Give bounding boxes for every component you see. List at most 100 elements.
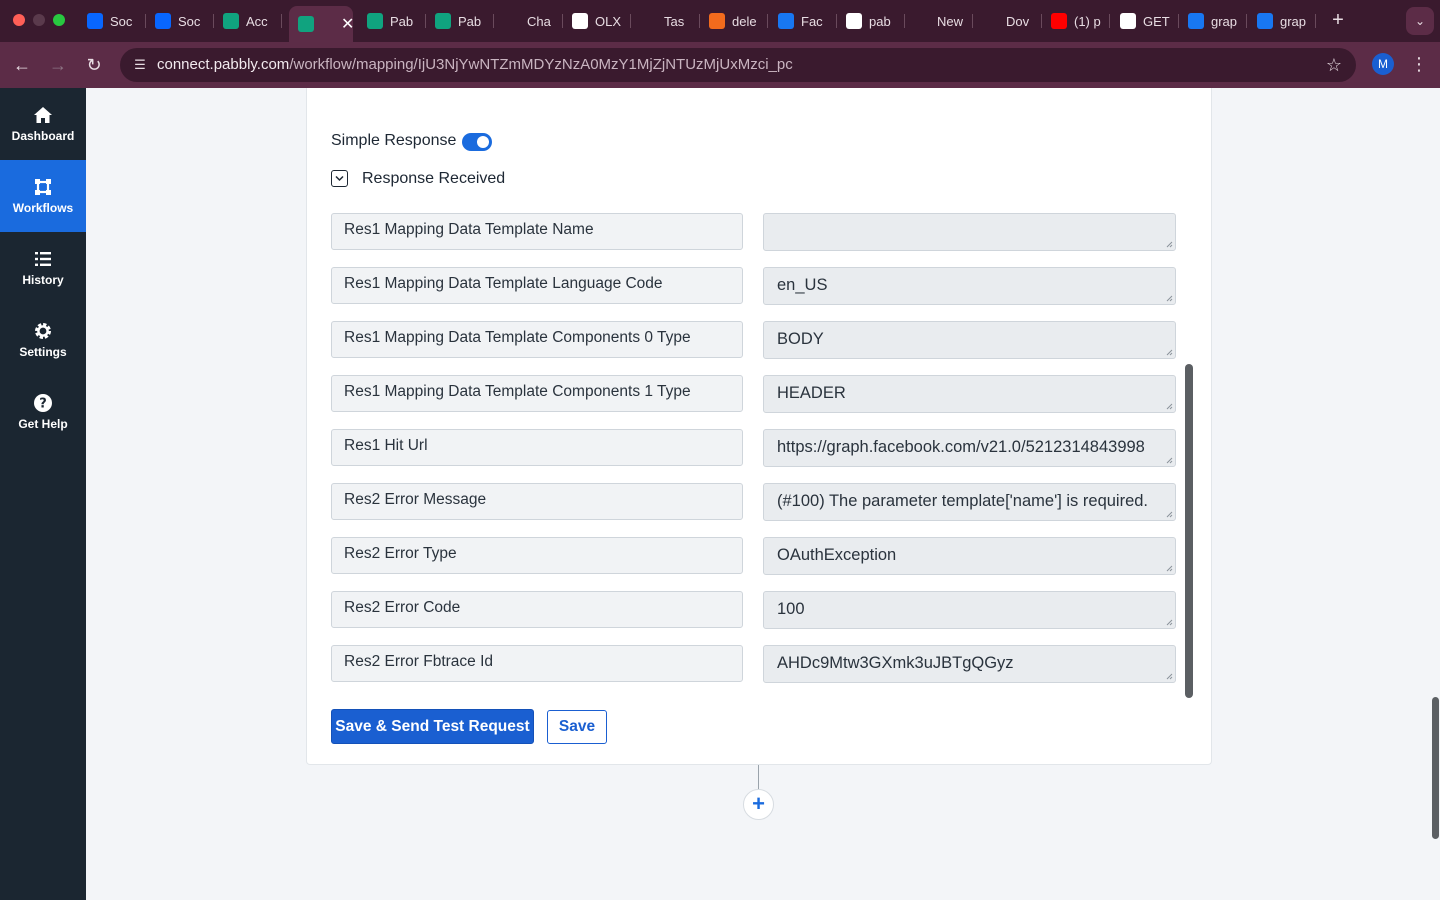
response-field-key: Res1 Mapping Data Template Components 0 …: [331, 321, 743, 358]
resize-grip-icon[interactable]: [1165, 510, 1173, 518]
browser-tab[interactable]: pab: [837, 6, 905, 36]
response-field-value[interactable]: HEADER: [763, 375, 1176, 413]
tab-separator: [281, 14, 282, 28]
sidebar-item-label: Workflows: [12, 201, 74, 215]
browser-tab[interactable]: Cha: [495, 6, 563, 36]
save-button[interactable]: Save: [547, 710, 607, 744]
bookmark-star-icon[interactable]: ☆: [1326, 53, 1342, 77]
response-field-value[interactable]: AHDc9Mtw3GXmk3uJBTgQGyz: [763, 645, 1176, 683]
response-field-value[interactable]: (#100) The parameter template['name'] is…: [763, 483, 1176, 521]
close-tab-icon[interactable]: ✕: [341, 14, 353, 34]
resize-grip-icon[interactable]: [1165, 348, 1173, 356]
browser-tab[interactable]: Acc: [214, 6, 282, 36]
sidebar-item-label: History: [22, 273, 64, 287]
url-text[interactable]: connect.pabbly.com/workflow/mapping/IjU3…: [157, 56, 793, 73]
sidebar-item-label: Settings: [19, 345, 67, 359]
save-and-send-test-request-button[interactable]: Save & Send Test Request: [331, 709, 534, 744]
response-field-key: Res2 Error Fbtrace Id: [331, 645, 743, 682]
browser-tab[interactable]: Dov: [974, 6, 1042, 36]
svg-text:?: ?: [39, 397, 47, 412]
response-field-value-text: OAuthException: [777, 546, 897, 564]
response-field-value-text: https://graph.facebook.com/v21.0/5212314…: [777, 438, 1145, 456]
sidebar-item-settings[interactable]: Settings: [0, 304, 86, 376]
sidebar-item-workflows[interactable]: Workflows: [0, 160, 86, 232]
resize-grip-icon[interactable]: [1165, 294, 1173, 302]
sidebar-item-history[interactable]: History: [0, 232, 86, 304]
openai-icon: [504, 13, 520, 29]
address-bar[interactable]: ☰ connect.pabbly.com/workflow/mapping/Ij…: [120, 48, 1356, 82]
response-field-key: Res1 Hit Url: [331, 429, 743, 466]
response-field-value[interactable]: en_US: [763, 267, 1176, 305]
browser-tab[interactable]: dele: [700, 6, 768, 36]
main-content: Simple Response Response Received Res1 M…: [86, 88, 1440, 900]
response-received-label: Response Received: [362, 170, 506, 187]
pabbly-icon: [367, 13, 383, 29]
resize-grip-icon[interactable]: [1165, 564, 1173, 572]
facebook-icon: [1188, 13, 1204, 29]
chevron-down-icon: [335, 175, 344, 182]
sidebar-item-get-help[interactable]: ? Get Help: [0, 376, 86, 448]
browser-tab[interactable]: OLX: [563, 6, 631, 36]
profile-avatar[interactable]: M: [1372, 53, 1394, 75]
forward-button[interactable]: →: [46, 53, 70, 77]
pabbly-icon: [435, 13, 451, 29]
browser-tab[interactable]: Fac: [769, 6, 837, 36]
new-tab-button[interactable]: +: [1328, 9, 1348, 31]
tab-separator: [1315, 14, 1316, 28]
resize-grip-icon[interactable]: [1165, 402, 1173, 410]
browser-tab[interactable]: ✕: [289, 6, 353, 42]
response-field-value[interactable]: BODY: [763, 321, 1176, 359]
browser-tab[interactable]: Soc: [146, 6, 214, 36]
url-host: connect.pabbly.com: [157, 56, 290, 73]
pabbly-icon: [223, 13, 239, 29]
response-field-value[interactable]: [763, 213, 1176, 251]
resize-grip-icon[interactable]: [1165, 456, 1173, 464]
resize-grip-icon[interactable]: [1165, 618, 1173, 626]
browser-tab[interactable]: Tas: [632, 6, 700, 36]
resize-grip-icon[interactable]: [1165, 240, 1173, 248]
browser-tab[interactable]: grap: [1179, 6, 1247, 36]
response-field-value[interactable]: OAuthException: [763, 537, 1176, 575]
browser-tab[interactable]: GET: [1111, 6, 1179, 36]
reload-button[interactable]: ↻: [82, 53, 106, 77]
back-button[interactable]: ←: [10, 53, 34, 77]
browser-tab[interactable]: (1) p: [1042, 6, 1110, 36]
response-scroll-thumb[interactable]: [1185, 364, 1193, 698]
response-field-value[interactable]: 100: [763, 591, 1176, 629]
simple-response-toggle[interactable]: [462, 133, 492, 151]
browser-tab-title: Soc: [178, 13, 201, 29]
response-scrollbar[interactable]: [1185, 198, 1193, 698]
page-scrollbar-thumb[interactable]: [1432, 697, 1439, 839]
browser-tab[interactable]: grap: [1248, 6, 1316, 36]
response-received-collapse-button[interactable]: [331, 170, 348, 187]
response-field-value-text: BODY: [777, 330, 824, 348]
response-field-value[interactable]: https://graph.facebook.com/v21.0/5212314…: [763, 429, 1176, 467]
response-field-key: Res1 Mapping Data Template Components 1 …: [331, 375, 743, 412]
browser-tab[interactable]: Pab: [426, 6, 494, 36]
close-window-button[interactable]: [13, 14, 25, 26]
step-connector-line: [758, 765, 759, 791]
tab-separator: [493, 14, 494, 28]
browser-tab[interactable]: Pab: [358, 6, 426, 36]
minimize-window-button[interactable]: [33, 14, 45, 26]
browser-tab-title: grap: [1211, 13, 1238, 29]
meta-icon: [87, 13, 103, 29]
site-info-icon[interactable]: ☰: [128, 53, 152, 77]
add-step-button[interactable]: +: [743, 789, 774, 820]
resize-grip-icon[interactable]: [1165, 672, 1173, 680]
workflow-icon: [35, 179, 51, 195]
maximize-window-button[interactable]: [53, 14, 65, 26]
browser-tab[interactable]: New: [905, 6, 973, 36]
browser-tab[interactable]: Soc: [78, 6, 146, 36]
browser-tab-title: Fac: [801, 13, 823, 29]
response-field-key: Res2 Error Type: [331, 537, 743, 574]
google-icon: [1120, 13, 1136, 29]
download-icon: [983, 13, 999, 29]
browser-tab-title: Pab: [458, 13, 482, 29]
tab-separator: [767, 14, 768, 28]
browser-menu-icon[interactable]: ⋮: [1410, 52, 1428, 76]
tab-search-button[interactable]: ⌄: [1406, 7, 1434, 35]
youtube-icon: [1051, 13, 1067, 29]
history-list-icon: [35, 252, 51, 266]
sidebar-item-dashboard[interactable]: Dashboard: [0, 88, 86, 160]
